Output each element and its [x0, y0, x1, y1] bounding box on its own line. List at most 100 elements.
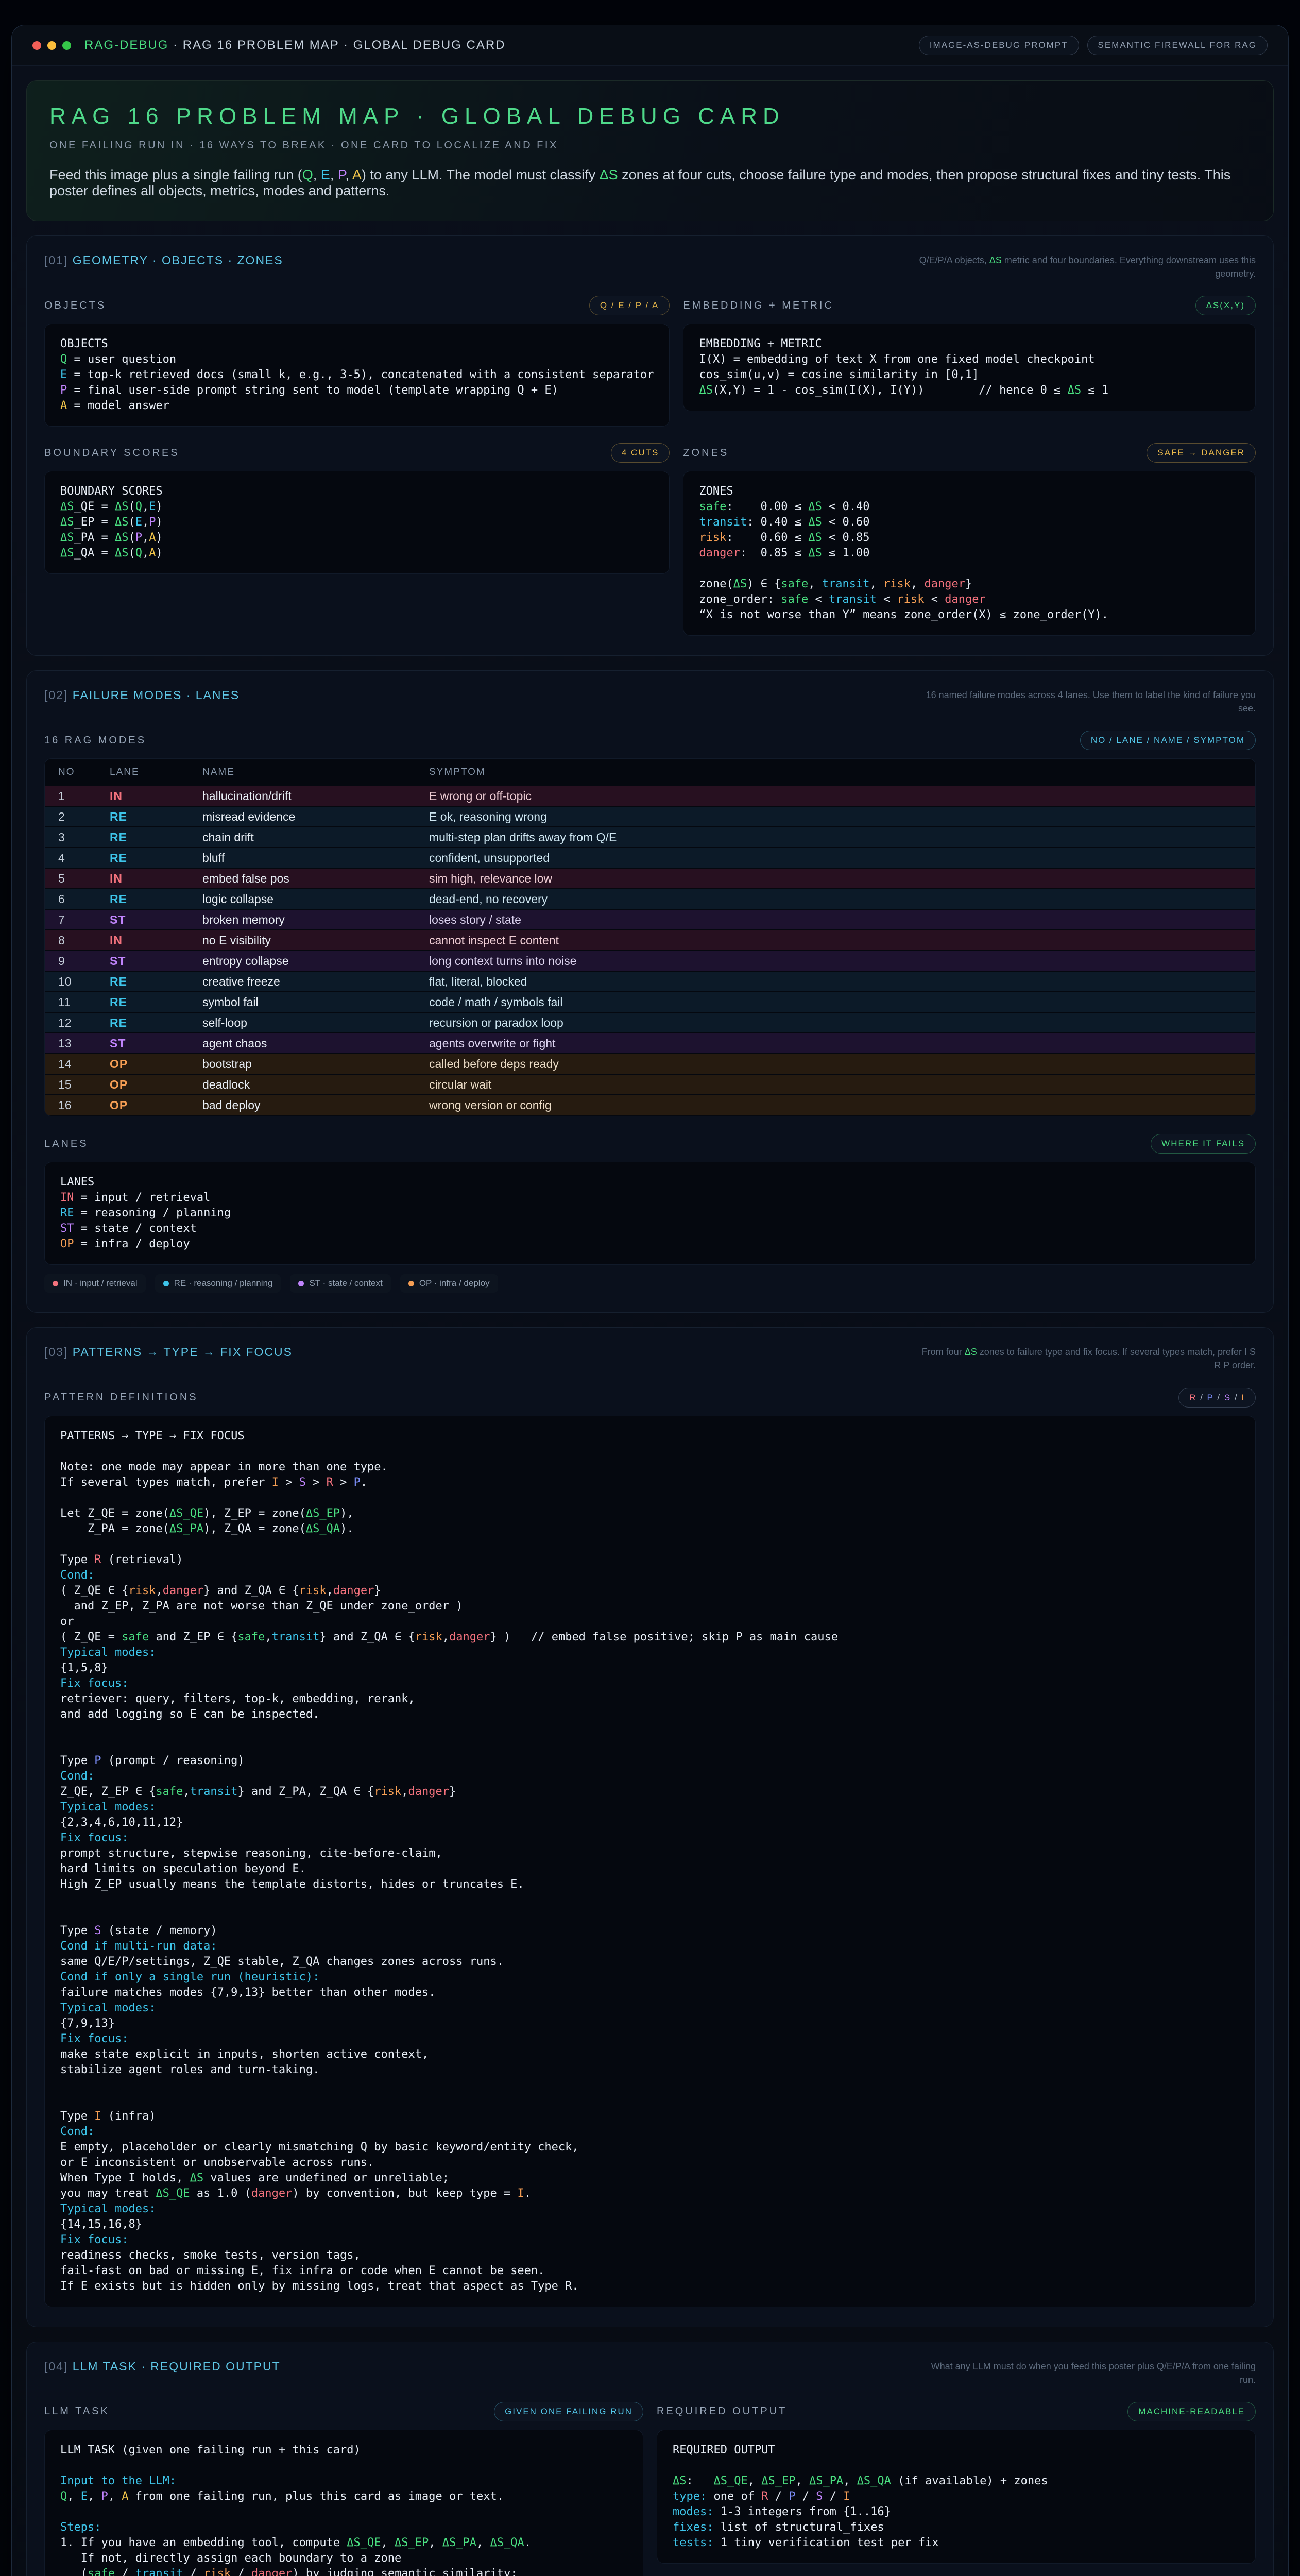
code-line: Type I (infra) — [60, 2109, 1240, 2124]
code-line: make state explicit in inputs, shorten a… — [60, 2047, 1240, 2062]
page-description: Feed this image plus a single failing ru… — [49, 167, 1251, 199]
embedding-pill: ΔS(X,Y) — [1195, 296, 1256, 315]
code-line: ( Z_QE = safe and Z_EP ∈ {safe,transit} … — [60, 1630, 1240, 1645]
debug-card-window: RAG-DEBUG · RAG 16 PROBLEM MAP · GLOBAL … — [11, 25, 1289, 2576]
code-line: Type S (state / memory) — [60, 1923, 1240, 1939]
code-line: IN = input / retrieval — [60, 1190, 1240, 1206]
table-row: 15OPdeadlockcircular wait — [45, 1075, 1255, 1095]
code-line: EMBEDDING + METRIC — [699, 336, 1240, 352]
badge-semantic-firewall: SEMANTIC FIREWALL FOR RAG — [1087, 36, 1268, 55]
cell-name: misread evidence — [202, 810, 429, 824]
code-line: If E exists but is hidden only by missin… — [60, 2279, 1240, 2294]
code-line: Typical modes: — [60, 2001, 1240, 2016]
table-row: 3REchain driftmulti-step plan drifts awa… — [45, 827, 1255, 848]
cell-symptom: E wrong or off-topic — [429, 789, 1242, 803]
maximize-window-icon — [62, 41, 71, 50]
cell-lane-cell: RE — [110, 831, 202, 844]
cell-no: 15 — [58, 1078, 110, 1092]
code-line: E empty, placeholder or clearly mismatch… — [60, 2140, 1240, 2155]
cell-lane-cell: OP — [110, 1057, 202, 1071]
lane-legend-chip: OP · infra / deploy — [400, 1274, 498, 1293]
section-patterns: [03] PATTERNS → TYPE → FIX FOCUS From fo… — [26, 1327, 1274, 2327]
cell-name: embed false pos — [202, 872, 429, 886]
code-line: ΔS(X,Y) = 1 - cos_sim(I(X), I(Y)) // hen… — [699, 383, 1240, 398]
cell-no: 2 — [58, 810, 110, 824]
cell-name: bootstrap — [202, 1057, 429, 1071]
table-row: 14OPbootstrapcalled before deps ready — [45, 1054, 1255, 1075]
table-row: 11REsymbol failcode / math / symbols fai… — [45, 992, 1255, 1013]
table-row: 12REself-looprecursion or paradox loop — [45, 1013, 1255, 1033]
cell-no: 14 — [58, 1057, 110, 1071]
code-line — [60, 2078, 1240, 2093]
code-line: {2,3,4,6,10,11,12} — [60, 1815, 1240, 1831]
section-01-title: [01] GEOMETRY · OBJECTS · ZONES — [44, 253, 283, 267]
llm-task-pill: GIVEN ONE FAILING RUN — [494, 2402, 643, 2421]
code-line: P = final user-side prompt string sent t… — [60, 383, 654, 398]
cell-lane-cell: RE — [110, 975, 202, 989]
code-line: E = top-k retrieved docs (small k, e.g.,… — [60, 367, 654, 383]
rag-modes-pill: NO / LANE / NAME / SYMPTOM — [1080, 731, 1256, 750]
pattern-definitions-pill: R / P / S / I — [1178, 1388, 1256, 1408]
pattern-definitions-code: PATTERNS → TYPE → FIX FOCUS Note: one mo… — [44, 1416, 1256, 2307]
modes-table-header: NO LANE NAME SYMPTOM — [45, 759, 1255, 786]
cell-symptom: called before deps ready — [429, 1057, 1242, 1071]
lane-dot-icon — [298, 1281, 304, 1286]
cell-symptom: loses story / state — [429, 913, 1242, 927]
cell-lane-cell: RE — [110, 851, 202, 865]
section-02-title: [02] FAILURE MODES · LANES — [44, 688, 240, 702]
section-04-title: [04] LLM TASK · REQUIRED OUTPUT — [44, 2360, 281, 2374]
code-line: “X is not worse than Y” means zone_order… — [699, 607, 1240, 623]
code-line: 1. If you have an embedding tool, comput… — [60, 2535, 627, 2551]
lane-dot-icon — [408, 1281, 414, 1286]
code-line: Typical modes: — [60, 2201, 1240, 2217]
code-line — [60, 1537, 1240, 1552]
code-line: I(X) = embedding of text X from one fixe… — [699, 352, 1240, 367]
code-line: OBJECTS — [60, 336, 654, 352]
cell-no: 1 — [58, 789, 110, 803]
cell-name: hallucination/drift — [202, 789, 429, 803]
lanes-label: LANES — [44, 1138, 89, 1150]
cell-no: 4 — [58, 851, 110, 865]
cell-lane-cell: IN — [110, 872, 202, 886]
boundary-label: BOUNDARY SCORES — [44, 447, 180, 459]
section-02-note: 16 named failure modes across 4 lanes. U… — [916, 688, 1256, 715]
cell-no: 10 — [58, 975, 110, 989]
rag-modes-label: 16 RAG MODES — [44, 735, 146, 747]
code-line: ZONES — [699, 484, 1240, 499]
cell-lane-cell: IN — [110, 934, 202, 947]
code-line: or — [60, 1614, 1240, 1630]
cell-no: 11 — [58, 995, 110, 1009]
table-row: 13STagent chaosagents overwrite or fight — [45, 1033, 1255, 1054]
cell-no: 5 — [58, 872, 110, 886]
zones-panel: ZONES SAFE → DANGER ZONESsafe: 0.00 ≤ ΔS… — [683, 443, 1256, 636]
pattern-definitions-label: PATTERN DEFINITIONS — [44, 1392, 198, 1403]
table-row: 2REmisread evidenceE ok, reasoning wrong — [45, 807, 1255, 827]
cell-symptom: cannot inspect E content — [429, 934, 1242, 947]
code-line: cos_sim(u,v) = cosine similarity in [0,1… — [699, 367, 1240, 383]
lane-legend: IN · input / retrievalRE · reasoning / p… — [44, 1274, 1256, 1293]
code-line: type: one of R / P / S / I — [673, 2489, 1240, 2504]
code-line: and Z_EP, Z_PA are not worse than Z_QE u… — [60, 1599, 1240, 1614]
cell-no: 12 — [58, 1016, 110, 1030]
cell-symptom: code / math / symbols fail — [429, 995, 1242, 1009]
code-line: stabilize agent roles and turn-taking. — [60, 2062, 1240, 2078]
cell-lane-cell: ST — [110, 954, 202, 968]
hero-banner: RAG 16 PROBLEM MAP · GLOBAL DEBUG CARD O… — [26, 80, 1274, 221]
lane-legend-label: RE · reasoning / planning — [174, 1278, 273, 1289]
embedding-label: EMBEDDING + METRIC — [683, 300, 834, 312]
code-line: Type P (prompt / reasoning) — [60, 1753, 1240, 1769]
lane-legend-chip: ST · state / context — [290, 1274, 390, 1293]
code-line: Typical modes: — [60, 1645, 1240, 1660]
code-line: Cond: — [60, 1769, 1240, 1784]
code-line: Typical modes: — [60, 1800, 1240, 1815]
zones-pill: SAFE → DANGER — [1147, 443, 1256, 463]
embedding-metric-panel: EMBEDDING + METRIC ΔS(X,Y) EMBEDDING + M… — [683, 296, 1256, 411]
section-03-note: From four ΔS zones to failure type and f… — [916, 1345, 1256, 1372]
cell-symptom: long context turns into noise — [429, 954, 1242, 968]
code-line: ( Z_QE ∈ {risk,danger} and Z_QA ∈ {risk,… — [60, 1583, 1240, 1599]
section-03-title: [03] PATTERNS → TYPE → FIX FOCUS — [44, 1345, 293, 1359]
table-row: 8INno E visibilitycannot inspect E conte… — [45, 930, 1255, 951]
zones-label: ZONES — [683, 447, 729, 459]
window-controls — [32, 41, 71, 50]
required-output-pill: MACHINE-READABLE — [1127, 2402, 1256, 2421]
